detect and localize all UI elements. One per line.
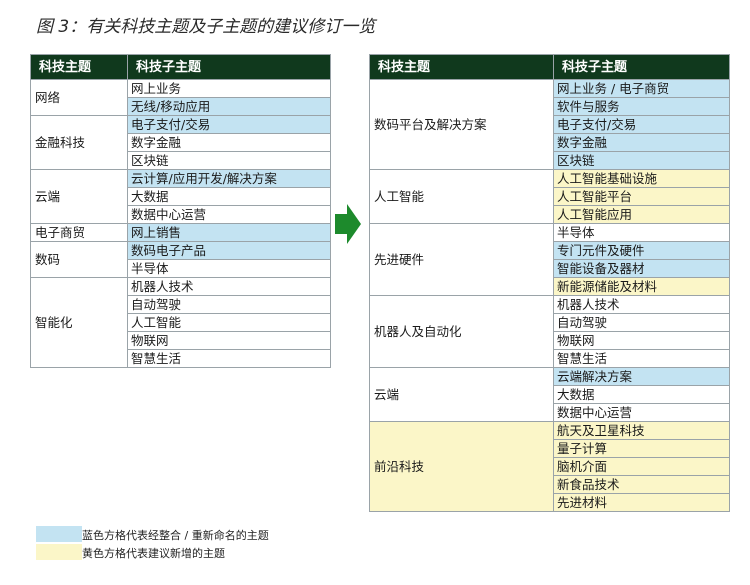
subtopic-cell: 量子计算	[553, 439, 730, 458]
subtopic-cell: 机器人技术	[553, 295, 730, 314]
table-row: 机器人及自动化 机器人技术	[369, 295, 730, 368]
subtopic-cell: 电子支付/交易	[127, 115, 331, 134]
subtopic-cell: 数字金融	[553, 133, 730, 152]
topic-cell: 云端	[369, 367, 554, 422]
figure-title: 图 3：有关科技主题及子主题的建议修订一览	[36, 17, 376, 37]
subtopic-cell: 数据中心运营	[127, 205, 331, 224]
table-row: 电子商贸 网上销售	[30, 223, 331, 242]
topic-cell: 数码平台及解决方案	[369, 79, 554, 170]
subtopic-cell: 机器人技术	[127, 277, 331, 296]
header-row: 科技主题 科技子主题	[30, 54, 331, 80]
subtopic-cell: 人工智能应用	[553, 205, 730, 224]
topic-cell: 金融科技	[30, 115, 128, 170]
table-row: 先进硬件 半导体	[369, 223, 730, 296]
proposed-topics-body: 数码平台及解决方案 网上业务 / 电子商贸 软件与服务 电子支付/交易 数字金融 区块链人…	[369, 79, 730, 512]
legend-label: 蓝色方格代表经整合 / 重新命名的主题	[82, 529, 269, 542]
subtopic-cell: 人工智能	[127, 313, 331, 332]
subtopic-cell: 脑机介面	[553, 457, 730, 476]
topic-cell: 先进硬件	[369, 223, 554, 296]
table-row: 人工智能 人工智能基础设施	[369, 169, 730, 224]
subtopic-cell: 软件与服务	[553, 97, 730, 116]
subtopic-cell: 人工智能平台	[553, 187, 730, 206]
subtopic-cell: 电子支付/交易	[553, 115, 730, 134]
subtopic-cell: 云计算/应用开发/解决方案	[127, 169, 331, 188]
topic-cell: 智能化	[30, 277, 128, 368]
subtopic-cell: 大数据	[127, 187, 331, 206]
subtopic-cell: 新能源储能及材料	[553, 277, 730, 296]
subtopic-cell: 大数据	[553, 385, 730, 404]
topic-cell: 数码	[30, 241, 128, 278]
proposed-topics-table: 科技主题 科技子主题 数码平台及解决方案 网上业务 / 电子商贸 软件与服务 电子支付…	[369, 54, 730, 512]
topic-cell: 电子商贸	[30, 223, 128, 242]
header-row: 科技主题 科技子主题	[369, 54, 730, 80]
right-arrow-icon	[335, 204, 361, 244]
subtopic-cell: 物联网	[553, 331, 730, 350]
subtopic-cell: 航天及卫星科技	[553, 421, 730, 440]
subtopic-cell: 数据中心运营	[553, 403, 730, 422]
subtopic-cell: 物联网	[127, 331, 331, 350]
subtopic-cell: 半导体	[127, 259, 331, 278]
subtopic-cell: 数码电子产品	[127, 241, 331, 260]
legend-swatch-yellow	[36, 544, 82, 560]
table-row: 前沿科技 航天及卫星科技	[369, 421, 730, 512]
subtopic-cell: 网上业务	[127, 79, 331, 98]
subtopic-cell: 自动驾驶	[553, 313, 730, 332]
subtopic-cell: 区块链	[553, 151, 730, 170]
subtopic-cell: 网上销售	[127, 223, 331, 242]
subtopic-cell: 云端解决方案	[553, 367, 730, 386]
legend-blue: 蓝色方格代表经整合 / 重新命名的主题	[36, 526, 356, 543]
subtopic-cell: 智慧生活	[553, 349, 730, 368]
topic-cell: 云端	[30, 169, 128, 224]
table-row: 数码 数码电子产品	[30, 241, 331, 278]
legend-swatch-blue	[36, 526, 82, 542]
subtopic-cell: 专门元件及硬件	[553, 241, 730, 260]
table-row: 智能化 机器人技术	[30, 277, 331, 368]
legend-yellow: 黄色方格代表建议新增的主题	[36, 544, 356, 561]
subtopic-cell: 先进材料	[553, 493, 730, 512]
topic-cell: 前沿科技	[369, 421, 554, 512]
topic-header: 科技主题	[369, 54, 554, 80]
current-topics-body: 网络 网上业务 无线/移动应用 金融科技 电子支付/交易 数字金融 区块链 云端 云计算/应用开…	[30, 79, 331, 368]
subtopic-cell: 半导体	[553, 223, 730, 242]
table-row: 网络 网上业务	[30, 79, 331, 116]
subtopic-cell: 自动驾驶	[127, 295, 331, 314]
topic-cell: 人工智能	[369, 169, 554, 224]
subtopic-cell: 无线/移动应用	[127, 97, 331, 116]
subtopic-header: 科技子主题	[127, 54, 331, 80]
subtopic-cell: 数字金融	[127, 133, 331, 152]
topic-cell: 网络	[30, 79, 128, 116]
table-row: 金融科技 电子支付/交易	[30, 115, 331, 170]
subtopic-cell: 网上业务 / 电子商贸	[553, 79, 730, 98]
subtopic-cell: 人工智能基础设施	[553, 169, 730, 188]
current-topics-table: 科技主题 科技子主题 网络 网上业务 无线/移动应用 金融科技 电子支付/交易 数字金融区…	[30, 54, 331, 368]
table-row: 云端 云计算/应用开发/解决方案	[30, 169, 331, 224]
topic-header: 科技主题	[30, 54, 128, 80]
legend-label: 黄色方格代表建议新增的主题	[82, 547, 225, 560]
topic-cell: 机器人及自动化	[369, 295, 554, 368]
subtopic-cell: 新食品技术	[553, 475, 730, 494]
subtopic-cell: 区块链	[127, 151, 331, 170]
subtopic-cell: 智慧生活	[127, 349, 331, 368]
table-row: 数码平台及解决方案 网上业务 / 电子商贸	[369, 79, 730, 170]
subtopic-header: 科技子主题	[553, 54, 730, 80]
table-row: 云端 云端解决方案	[369, 367, 730, 422]
subtopic-cell: 智能设备及器材	[553, 259, 730, 278]
